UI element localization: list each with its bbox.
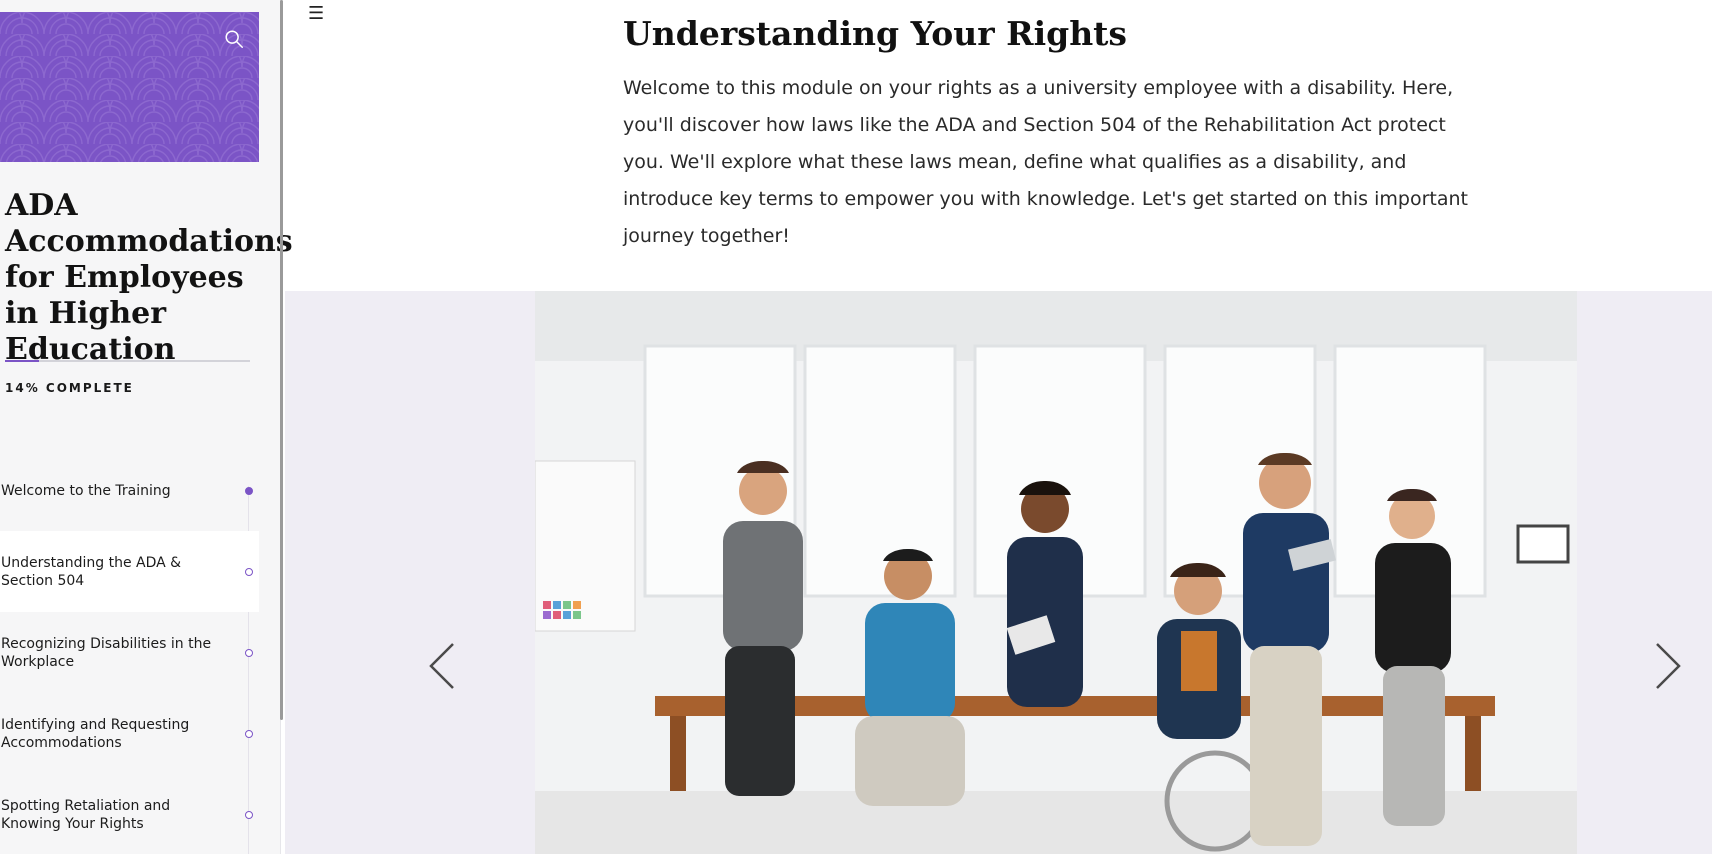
hamburger-icon[interactable]: ☰	[308, 3, 324, 24]
progress-label: 14% COMPLETE	[5, 381, 134, 395]
progress-bar-fill	[5, 360, 40, 362]
lesson-label: Spotting Retaliation and Knowing Your Ri…	[1, 797, 171, 832]
lesson-item-welcome[interactable]: Welcome to the Training	[0, 450, 259, 531]
sidebar-scrollbar[interactable]	[280, 0, 283, 720]
lesson-status-indicator	[245, 567, 253, 576]
lesson-item-recognizing-disabilities[interactable]: Recognizing Disabilities in the Workplac…	[0, 612, 259, 693]
image-carousel	[285, 291, 1712, 854]
lesson-complete-indicator	[245, 486, 253, 495]
lesson-label: Understanding the ADA & Section 504	[1, 554, 182, 589]
lesson-status-indicator	[245, 810, 253, 819]
carousel-image	[535, 291, 1577, 854]
sidebar-banner	[0, 12, 259, 162]
chevron-left-icon[interactable]	[427, 641, 457, 691]
lesson-status-indicator	[245, 648, 253, 657]
lesson-item-spotting-retaliation[interactable]: Spotting Retaliation and Knowing Your Ri…	[0, 774, 259, 855]
lesson-intro-text: Welcome to this module on your rights as…	[623, 77, 1468, 247]
lesson-list: Welcome to the Training Understanding th…	[0, 450, 259, 855]
course-sidebar: ADA Accommodations for Employees in High…	[0, 0, 293, 855]
lesson-item-understanding-ada[interactable]: Understanding the ADA & Section 504	[0, 531, 259, 612]
course-title: ADA Accommodations for Employees in High…	[5, 188, 293, 367]
lesson-item-requesting-accommodations[interactable]: Identifying and Requesting Accommodation…	[0, 693, 259, 774]
lesson-title: Understanding Your Rights	[623, 14, 1128, 53]
lesson-status-indicator	[245, 729, 253, 738]
lesson-label: Recognizing Disabilities in the Workplac…	[1, 635, 212, 670]
lesson-label: Identifying and Requesting Accommodation…	[1, 716, 190, 751]
chevron-right-icon[interactable]	[1653, 641, 1683, 691]
search-icon[interactable]	[223, 28, 245, 50]
progress-bar	[5, 360, 250, 362]
banner-pattern	[0, 12, 259, 162]
team-photo	[535, 291, 1577, 854]
lesson-label: Welcome to the Training	[1, 482, 171, 499]
